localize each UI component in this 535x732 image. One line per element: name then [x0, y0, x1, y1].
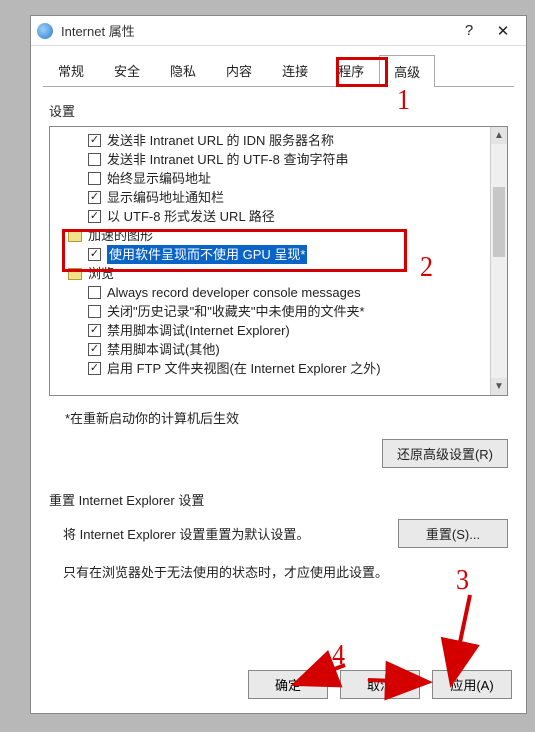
scrollbar-vertical[interactable]: ▲ ▼ [490, 127, 507, 395]
reset-description: 将 Internet Explorer 设置重置为默认设置。 [63, 524, 398, 543]
checkbox-icon[interactable] [88, 305, 101, 318]
tree-item[interactable]: Always record developer console messages [54, 283, 490, 302]
dialog-button-row: 确定 取消 应用(A) [31, 658, 526, 713]
tree-item-label: 发送非 Intranet URL 的 IDN 服务器名称 [107, 131, 334, 150]
dialog-window: Internet 属性 ? ✕ 常规 安全 隐私 内容 连接 程序 高级 设置 … [30, 15, 527, 714]
tree-item[interactable]: 发送非 Intranet URL 的 IDN 服务器名称 [54, 131, 490, 150]
tab-general[interactable]: 常规 [43, 54, 99, 86]
tree-category[interactable]: 加速的图形 [54, 226, 490, 245]
tree-item-label: 以 UTF-8 形式发送 URL 路径 [107, 207, 275, 226]
tree-item-label: 始终显示编码地址 [107, 169, 211, 188]
tree-item-label: 禁用脚本调试(Internet Explorer) [107, 321, 290, 340]
tree-item-label: 发送非 Intranet URL 的 UTF-8 查询字符串 [107, 150, 349, 169]
scroll-down-icon[interactable]: ▼ [491, 378, 507, 395]
scroll-up-icon[interactable]: ▲ [491, 127, 507, 144]
checkbox-icon[interactable] [88, 210, 101, 223]
close-button[interactable]: ✕ [486, 22, 520, 40]
checkbox-icon[interactable] [88, 191, 101, 204]
settings-tree-list[interactable]: 发送非 Intranet URL 的 IDN 服务器名称 发送非 Intrane… [50, 127, 490, 395]
cancel-button[interactable]: 取消 [340, 670, 420, 699]
settings-tree: 发送非 Intranet URL 的 IDN 服务器名称 发送非 Intrane… [49, 126, 508, 396]
tab-strip: 常规 安全 隐私 内容 连接 程序 高级 [31, 46, 526, 86]
tab-programs[interactable]: 程序 [323, 54, 379, 86]
settings-group-label: 设置 [49, 101, 508, 120]
ok-button[interactable]: 确定 [248, 670, 328, 699]
internet-icon [37, 23, 53, 39]
tree-item-label: 关闭"历史记录"和"收藏夹"中未使用的文件夹* [107, 302, 365, 321]
tree-item-label: 启用 FTP 文件夹视图(在 Internet Explorer 之外) [107, 359, 381, 378]
checkbox-icon[interactable] [88, 343, 101, 356]
tree-category-label: 加速的图形 [88, 226, 153, 245]
checkbox-icon[interactable] [88, 172, 101, 185]
tab-content[interactable]: 内容 [211, 54, 267, 86]
tree-item[interactable]: 禁用脚本调试(Internet Explorer) [54, 321, 490, 340]
tree-item[interactable]: 关闭"历史记录"和"收藏夹"中未使用的文件夹* [54, 302, 490, 321]
checkbox-icon[interactable] [88, 324, 101, 337]
tree-item-label: Always record developer console messages [107, 283, 361, 302]
tree-item[interactable]: 以 UTF-8 形式发送 URL 路径 [54, 207, 490, 226]
checkbox-icon[interactable] [88, 286, 101, 299]
tree-item[interactable]: 禁用脚本调试(其他) [54, 340, 490, 359]
tree-item-label: 显示编码地址通知栏 [107, 188, 224, 207]
tree-category-label: 浏览 [88, 264, 114, 283]
folder-icon [68, 230, 82, 242]
restore-defaults-button[interactable]: 还原高级设置(R) [382, 439, 508, 468]
tree-item[interactable]: 始终显示编码地址 [54, 169, 490, 188]
reset-hint: 只有在浏览器处于无法使用的状态时，才应使用此设置。 [63, 562, 508, 581]
checkbox-icon[interactable] [88, 248, 101, 261]
tree-item[interactable]: 发送非 Intranet URL 的 UTF-8 查询字符串 [54, 150, 490, 169]
tab-content-area: 设置 发送非 Intranet URL 的 IDN 服务器名称 发送非 Intr… [31, 87, 526, 658]
tree-item[interactable]: 启用 FTP 文件夹视图(在 Internet Explorer 之外) [54, 359, 490, 378]
folder-icon [68, 268, 82, 280]
title-bar: Internet 属性 ? ✕ [31, 16, 526, 46]
tab-advanced[interactable]: 高级 [379, 55, 435, 87]
checkbox-icon[interactable] [88, 362, 101, 375]
apply-button[interactable]: 应用(A) [432, 670, 512, 699]
tab-connections[interactable]: 连接 [267, 54, 323, 86]
tree-item[interactable]: 显示编码地址通知栏 [54, 188, 490, 207]
tree-item-label-selected: 使用软件呈现而不使用 GPU 呈现* [107, 245, 307, 264]
tree-item-label: 禁用脚本调试(其他) [107, 340, 220, 359]
scroll-thumb[interactable] [493, 187, 505, 257]
tree-category[interactable]: 浏览 [54, 264, 490, 283]
tab-privacy[interactable]: 隐私 [155, 54, 211, 86]
window-title: Internet 属性 [61, 21, 135, 40]
reset-button[interactable]: 重置(S)... [398, 519, 508, 548]
reset-section-label: 重置 Internet Explorer 设置 [49, 490, 508, 509]
help-button[interactable]: ? [452, 22, 486, 39]
checkbox-icon[interactable] [88, 134, 101, 147]
tree-item-gpu[interactable]: 使用软件呈现而不使用 GPU 呈现* [54, 245, 490, 264]
restart-note: *在重新启动你的计算机后生效 [65, 408, 508, 427]
checkbox-icon[interactable] [88, 153, 101, 166]
tab-security[interactable]: 安全 [99, 54, 155, 86]
